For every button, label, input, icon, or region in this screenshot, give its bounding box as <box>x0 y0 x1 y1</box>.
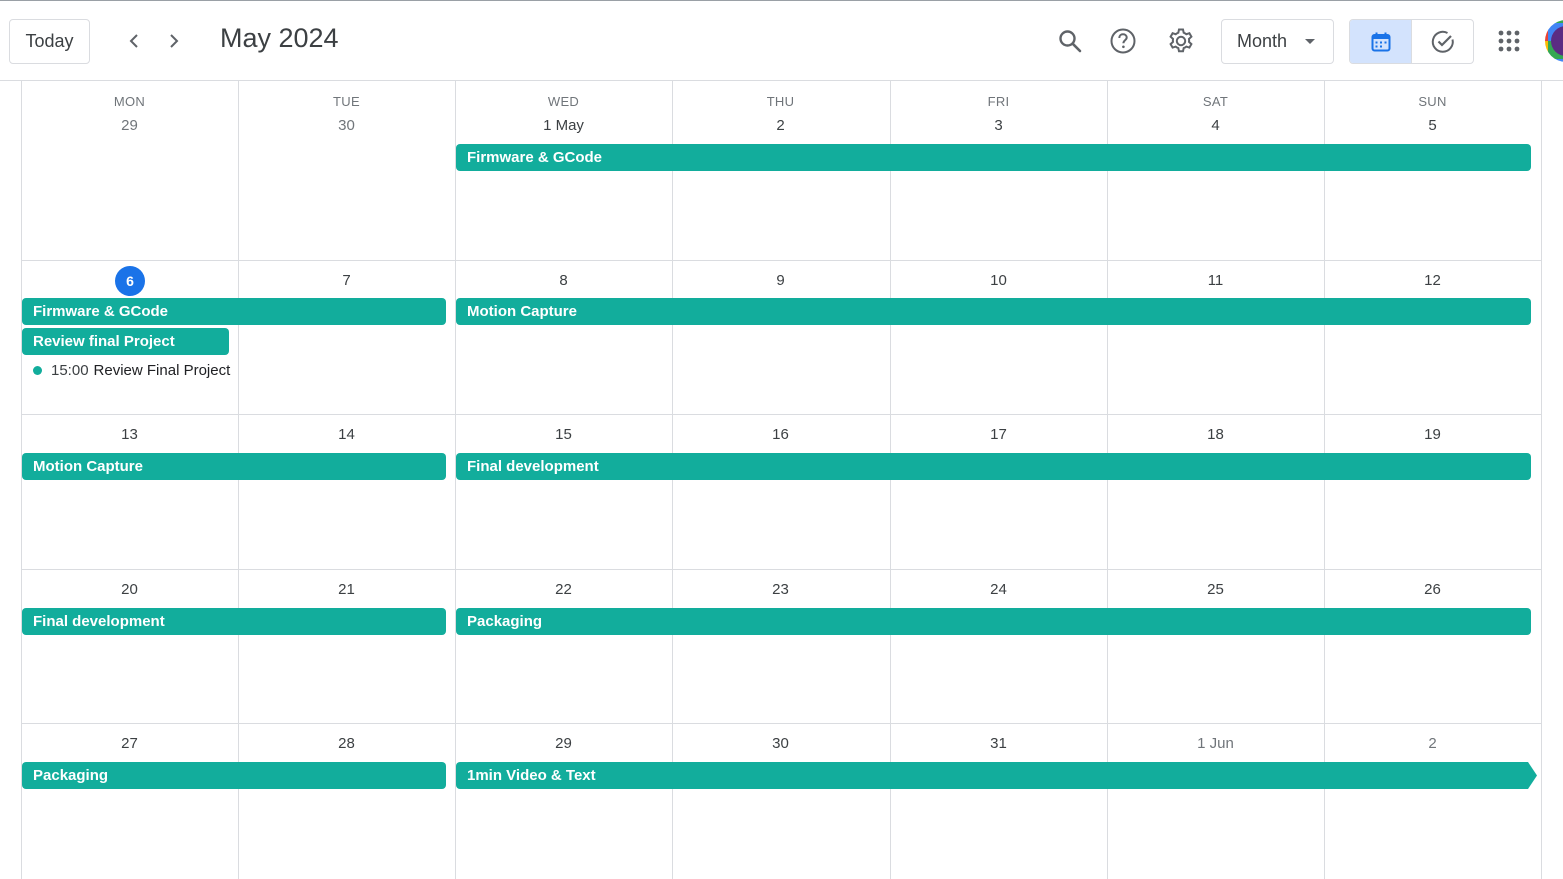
week-divider <box>21 723 1542 724</box>
day-number[interactable]: 30 <box>672 735 889 752</box>
event-chip-continues[interactable]: 1min Video & Text <box>456 762 1537 789</box>
day-number[interactable]: 15 <box>455 426 672 443</box>
day-number[interactable]: 22 <box>455 581 672 598</box>
day-number[interactable]: 2 <box>1324 735 1541 752</box>
grid-divider <box>672 81 673 879</box>
weekday-header-thu: THU <box>766 94 795 109</box>
day-number[interactable]: 19 <box>1324 426 1541 443</box>
weekday-header-sun: SUN <box>1418 94 1447 109</box>
day-number[interactable]: 29 <box>21 117 238 134</box>
grid-divider <box>1541 81 1542 879</box>
day-number[interactable]: 30 <box>238 117 455 134</box>
day-number[interactable]: 8 <box>455 272 672 289</box>
day-number[interactable]: 21 <box>238 581 455 598</box>
day-number[interactable]: 9 <box>672 272 889 289</box>
day-number[interactable]: 13 <box>21 426 238 443</box>
day-number[interactable]: 2 <box>672 117 889 134</box>
day-number[interactable]: 25 <box>1107 581 1324 598</box>
view-select-dropdown[interactable]: Month <box>1221 19 1334 64</box>
event-chip[interactable]: Firmware & GCode <box>22 298 446 325</box>
timed-event[interactable]: 15:00 Review Final Project <box>33 362 230 379</box>
day-number[interactable]: 1 May <box>455 117 672 134</box>
event-chip[interactable]: Final development <box>456 453 1531 480</box>
week-divider <box>21 260 1542 261</box>
event-chip[interactable]: Review final Project <box>22 328 229 355</box>
day-number[interactable]: 14 <box>238 426 455 443</box>
account-avatar[interactable] <box>1545 20 1563 62</box>
day-number[interactable]: 23 <box>672 581 889 598</box>
weekday-header-wed: WED <box>547 94 580 109</box>
today-button[interactable]: Today <box>9 19 90 64</box>
week-divider <box>21 414 1542 415</box>
day-number[interactable]: 18 <box>1107 426 1324 443</box>
timed-event-time: 15:00 <box>51 362 89 379</box>
day-number[interactable]: 17 <box>890 426 1107 443</box>
event-chip[interactable]: Packaging <box>22 762 446 789</box>
day-number[interactable]: 10 <box>890 272 1107 289</box>
calendar-view-button[interactable] <box>1350 20 1411 63</box>
event-chip[interactable]: Firmware & GCode <box>456 144 1531 171</box>
help-button[interactable] <box>1103 21 1143 61</box>
grid-divider <box>1107 81 1108 879</box>
view-select-label: Month <box>1237 31 1288 51</box>
help-icon <box>1110 28 1136 54</box>
day-number[interactable]: 26 <box>1324 581 1541 598</box>
weekday-header-tue: TUE <box>333 94 360 109</box>
day-number[interactable]: 28 <box>238 735 455 752</box>
tasks-view-button[interactable] <box>1411 20 1473 63</box>
search-button[interactable] <box>1050 21 1090 61</box>
day-number[interactable]: 4 <box>1107 117 1324 134</box>
view-toggle <box>1349 19 1474 64</box>
grid-divider <box>455 81 456 879</box>
day-number[interactable]: 29 <box>455 735 672 752</box>
grid-divider <box>1324 81 1325 879</box>
event-chip[interactable]: Motion Capture <box>22 453 446 480</box>
week-divider <box>21 569 1542 570</box>
day-number[interactable]: 11 <box>1107 272 1324 289</box>
settings-button[interactable] <box>1161 21 1201 61</box>
grid-divider <box>21 81 22 879</box>
search-icon <box>1059 30 1082 53</box>
chevron-right-icon <box>170 34 179 48</box>
day-number[interactable]: 27 <box>21 735 238 752</box>
event-chip[interactable]: Motion Capture <box>456 298 1531 325</box>
next-month-button[interactable] <box>158 25 190 57</box>
today-day-number[interactable]: 6 <box>115 266 145 296</box>
day-number[interactable]: 12 <box>1324 272 1541 289</box>
day-number[interactable]: 7 <box>238 272 455 289</box>
apps-grid-icon <box>1498 30 1520 52</box>
month-grid: MON TUE WED THU FRI SAT SUN 29 30 1 May … <box>0 81 1563 879</box>
timed-event-title: Review Final Project <box>93 362 231 379</box>
day-number[interactable]: 24 <box>890 581 1107 598</box>
apps-button[interactable] <box>1489 21 1529 61</box>
calendar-icon <box>1371 32 1390 51</box>
day-number[interactable]: 5 <box>1324 117 1541 134</box>
day-number[interactable]: 3 <box>890 117 1107 134</box>
day-number[interactable]: 16 <box>672 426 889 443</box>
event-chip[interactable]: Packaging <box>456 608 1531 635</box>
previous-month-button[interactable] <box>118 25 150 57</box>
day-number[interactable]: 31 <box>890 735 1107 752</box>
gear-icon <box>1169 28 1193 53</box>
event-dot-icon <box>33 366 42 375</box>
weekday-header-fri: FRI <box>987 94 1010 109</box>
grid-divider <box>890 81 891 879</box>
chevron-left-icon <box>129 34 138 48</box>
weekday-header-sat: SAT <box>1202 94 1229 109</box>
page-title: May 2024 <box>220 23 339 53</box>
caret-down-icon <box>1305 39 1315 44</box>
day-number[interactable]: 1 Jun <box>1107 735 1324 752</box>
grid-divider <box>238 81 239 879</box>
check-circle-icon <box>1431 30 1454 53</box>
event-chip[interactable]: Final development <box>22 608 446 635</box>
day-number[interactable]: 20 <box>21 581 238 598</box>
weekday-header-mon: MON <box>113 94 146 109</box>
calendar-header: Today May 2024 Month <box>0 1 1563 81</box>
